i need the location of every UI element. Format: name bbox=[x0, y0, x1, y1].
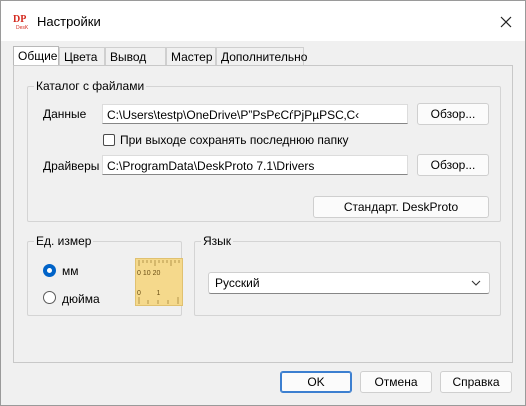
drivers-label: Драйверы bbox=[43, 159, 100, 173]
ruler-graphic: 0 10 20 0 1 bbox=[137, 260, 180, 304]
inch-label: дюйма bbox=[62, 292, 100, 306]
tab-advanced[interactable]: Дополнительно bbox=[216, 47, 307, 65]
inch-radio[interactable] bbox=[43, 291, 56, 304]
tab-nc-output[interactable]: Вывод УП bbox=[105, 47, 166, 82]
units-group-title: Ед. измер bbox=[34, 234, 94, 248]
cancel-button[interactable]: Отмена bbox=[360, 371, 432, 393]
save-last-folder-label: При выходе сохранять последнюю папку bbox=[120, 133, 349, 147]
close-button[interactable] bbox=[493, 9, 519, 35]
chevron-down-icon bbox=[471, 280, 481, 286]
svg-text:DesK: DesK bbox=[16, 25, 29, 30]
title-bar: DP DesK Настройки bbox=[1, 1, 525, 41]
svg-text:DP: DP bbox=[13, 14, 26, 25]
ruler-icon: 0 10 20 0 1 bbox=[135, 258, 183, 306]
mm-radio[interactable] bbox=[43, 264, 56, 277]
tab-general[interactable]: Общие bbox=[13, 46, 59, 66]
help-button[interactable]: Справка bbox=[440, 371, 512, 393]
catalog-group-title: Каталог с файлами bbox=[34, 79, 147, 93]
ok-button[interactable]: OK bbox=[280, 371, 352, 393]
deskproto-logo-icon: DP DesK bbox=[13, 14, 29, 30]
tab-colors[interactable]: Цвета bbox=[59, 47, 105, 65]
browse-data-button[interactable]: Обзор... bbox=[417, 103, 489, 125]
units-group: Ед. измер мм дюйма 0 10 20 0 1 bbox=[27, 234, 183, 316]
language-selected-value: Русский bbox=[215, 276, 260, 290]
window-title: Настройки bbox=[37, 14, 101, 29]
mm-label: мм bbox=[62, 264, 79, 278]
catalog-group: Каталог с файлами Данные C:\Users\testp\… bbox=[27, 79, 501, 222]
settings-dialog: DP DesK Настройки Общие Цвета Вывод УП М… bbox=[0, 0, 526, 406]
language-group: Язык Русский bbox=[194, 234, 501, 316]
close-icon bbox=[500, 16, 512, 28]
save-last-folder-checkbox[interactable] bbox=[103, 134, 115, 146]
deskproto-standard-button[interactable]: Стандарт. DeskProto bbox=[313, 196, 489, 218]
tab-panel-general: Каталог с файлами Данные C:\Users\testp\… bbox=[13, 65, 513, 363]
browse-drivers-button[interactable]: Обзор... bbox=[417, 154, 489, 176]
tab-wizard[interactable]: Мастер bbox=[166, 47, 216, 65]
ruler-bottom-scale: 0 1 bbox=[137, 290, 160, 297]
drivers-path-field[interactable]: C:\ProgramData\DeskProto 7.1\Drivers bbox=[102, 155, 408, 175]
language-group-title: Язык bbox=[201, 234, 234, 248]
data-path-field[interactable]: C:\Users\testp\OneDrive\Р”РѕРєСѓРјРµРЅС‚… bbox=[102, 104, 408, 124]
data-label: Данные bbox=[43, 107, 87, 121]
language-select[interactable]: Русский bbox=[208, 272, 490, 294]
ruler-top-scale: 0 10 20 bbox=[137, 270, 160, 277]
